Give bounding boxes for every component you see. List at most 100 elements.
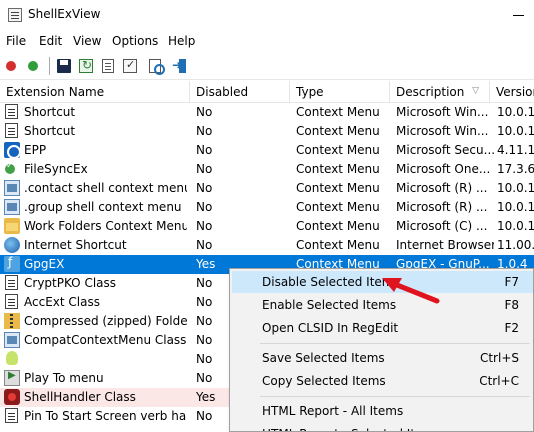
save-icon[interactable]: [55, 57, 73, 75]
cell-type: Context Menu: [296, 200, 380, 214]
column-description-label: Description: [396, 85, 465, 99]
folder-icon: [4, 218, 20, 234]
menu-item-shortcut: Ctrl+S: [479, 351, 519, 365]
zip-icon: [4, 313, 20, 329]
exit-icon[interactable]: [171, 57, 189, 75]
cell-name: Play To menu: [24, 371, 104, 385]
minimize-button[interactable]: [504, 0, 534, 30]
doc-icon: [5, 275, 18, 290]
context-menu-item[interactable]: HTML Report - Selected Items: [232, 423, 533, 431]
find-icon[interactable]: [147, 57, 165, 75]
properties-icon[interactable]: [121, 57, 139, 75]
menu-view[interactable]: View: [73, 34, 101, 48]
win-icon: [4, 199, 20, 215]
table-row[interactable]: FileSyncEx No Context Menu Microsoft One...…: [0, 160, 534, 179]
play-icon: [4, 370, 20, 386]
cell-version: 10.0.150: [497, 181, 534, 195]
table-row[interactable]: Internet Shortcut No Context Menu Internet …: [0, 236, 534, 255]
check-icon: [5, 161, 15, 174]
context-menu-item[interactable]: HTML Report - All Items: [232, 400, 533, 422]
disable-red-icon[interactable]: [3, 57, 21, 75]
document-icon[interactable]: [99, 57, 117, 75]
cell-disabled: No: [196, 219, 213, 233]
bulb-icon: [6, 351, 18, 365]
menu-help[interactable]: Help: [168, 34, 195, 48]
list-header: Extension Name Disabled Type Description…: [0, 81, 534, 103]
enable-green-icon[interactable]: [25, 57, 43, 75]
column-description[interactable]: Description ▽: [390, 81, 490, 103]
column-disabled[interactable]: Disabled: [190, 81, 290, 103]
menu-item-label: Enable Selected Items: [262, 298, 397, 312]
menu-item-shortcut: F8: [504, 298, 519, 312]
toolbar-separator: [49, 57, 50, 75]
menu-options[interactable]: Options: [112, 34, 158, 48]
cell-disabled: No: [196, 124, 213, 138]
cell-description: Microsoft (C) ...: [396, 219, 488, 233]
cell-disabled: No: [196, 162, 213, 176]
shell-icon: [4, 389, 20, 405]
app-icon: [8, 8, 22, 22]
column-type[interactable]: Type: [290, 81, 390, 103]
toolbar: [0, 52, 534, 80]
title-bar: ShellExView: [0, 0, 534, 30]
menu-edit[interactable]: Edit: [39, 34, 62, 48]
menu-separator: [260, 343, 530, 344]
menu-item-label: HTML Report - All Items: [262, 404, 404, 418]
cell-type: Context Menu: [296, 181, 380, 195]
cell-description: Microsoft Secu...: [396, 143, 494, 157]
win-icon: [4, 332, 20, 348]
cell-name: GpgEX: [24, 257, 65, 271]
win-icon: [4, 180, 20, 196]
context-menu-item[interactable]: Copy Selected Items Ctrl+C: [232, 370, 533, 392]
cell-version: 17.3.699: [497, 162, 534, 176]
cell-disabled: No: [196, 181, 213, 195]
table-row[interactable]: EPP No Context Menu Microsoft Secu... 4.11.1…: [0, 141, 534, 160]
cell-description: Internet Browser: [396, 238, 494, 252]
table-row[interactable]: .group shell context menu No Context Menu M…: [0, 198, 534, 217]
menu-bar: File Edit View Options Help: [0, 30, 534, 52]
cell-name: Compressed (zipped) Folder ...: [24, 314, 187, 328]
cell-type: Context Menu: [296, 238, 380, 252]
cell-type: Context Menu: [296, 143, 380, 157]
epp-icon: [4, 142, 21, 159]
menu-file[interactable]: File: [6, 34, 26, 48]
menu-separator: [260, 396, 530, 397]
table-row[interactable]: Shortcut No Context Menu Microsoft Win... 10…: [0, 103, 534, 122]
cell-version: 10.0.150: [497, 219, 534, 233]
cell-version: 10.0.150: [497, 200, 534, 214]
table-row[interactable]: .contact shell context menu No Context Men…: [0, 179, 534, 198]
cell-type: Context Menu: [296, 219, 380, 233]
context-menu-item[interactable]: Open CLSID In RegEdit F2: [232, 317, 533, 339]
cell-disabled: No: [196, 238, 213, 252]
cell-description: Microsoft Win...: [396, 105, 489, 119]
cell-name: CompatContextMenu Class: [24, 333, 187, 347]
cell-description: Microsoft (R) ...: [396, 200, 488, 214]
cell-type: Context Menu: [296, 162, 380, 176]
column-extension-name[interactable]: Extension Name: [0, 81, 190, 103]
cell-name: EPP: [24, 143, 47, 157]
cell-name: Work Folders Context Menu ...: [24, 219, 187, 233]
cell-disabled: No: [196, 143, 213, 157]
menu-item-label: Save Selected Items: [262, 351, 385, 365]
cell-name: Shortcut: [24, 105, 76, 119]
cell-name: CryptPKO Class: [24, 276, 117, 290]
cell-name: Shortcut: [24, 124, 76, 138]
table-row[interactable]: Shortcut No Context Menu Microsoft Win... 10…: [0, 122, 534, 141]
cell-version: 4.11.150: [497, 143, 534, 157]
doc-icon: [5, 294, 18, 309]
cell-name: AccExt Class: [24, 295, 100, 309]
menu-item-shortcut: Ctrl+C: [479, 374, 519, 388]
cell-description: Microsoft One...: [396, 162, 491, 176]
table-row[interactable]: Work Folders Context Menu ... No Context M…: [0, 217, 534, 236]
doc-icon: [5, 408, 18, 423]
column-version[interactable]: Version: [490, 81, 534, 103]
cell-type: Context Menu: [296, 105, 380, 119]
menu-item-label: HTML Report - Selected Items: [262, 427, 440, 431]
cell-type: Context Menu: [296, 124, 380, 138]
cell-name: FileSyncEx: [24, 162, 88, 176]
cell-name: Internet Shortcut: [24, 238, 127, 252]
context-menu-item[interactable]: Save Selected Items Ctrl+S: [232, 347, 533, 369]
menu-item-label: Open CLSID In RegEdit: [262, 321, 399, 335]
sort-arrow-icon: ▽: [472, 86, 479, 96]
refresh-icon[interactable]: [77, 57, 95, 75]
